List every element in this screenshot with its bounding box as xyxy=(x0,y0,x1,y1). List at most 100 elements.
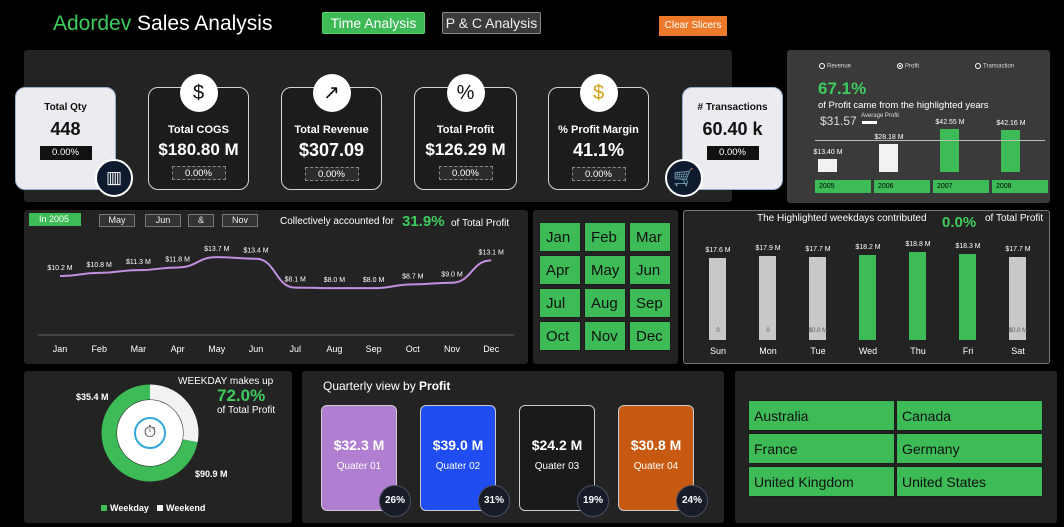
time-analysis-button[interactable]: Time Analysis xyxy=(322,12,425,34)
shopping-cart-icon: 🛒 xyxy=(665,159,703,197)
year-bar[interactable] xyxy=(879,143,898,172)
stopwatch-icon: ⏱ xyxy=(134,417,166,449)
radio-label: Transaction xyxy=(983,63,1015,70)
month-slicer-may[interactable]: May xyxy=(584,255,626,285)
barcode-icon: ▥ xyxy=(95,159,133,197)
average-line xyxy=(815,140,1045,142)
radio-profit[interactable]: Profit xyxy=(897,63,919,70)
kpi-label: Total Qty xyxy=(44,102,87,113)
year-bar[interactable] xyxy=(818,158,837,172)
country-slicer-item[interactable]: United States xyxy=(896,466,1043,497)
legend-swatch xyxy=(157,505,163,511)
month-axis-label: Mar xyxy=(131,344,147,354)
year-slicer-cell[interactable]: 2006 xyxy=(874,180,930,193)
kpi-pct: 0.00% xyxy=(171,166,226,180)
pc-analysis-button[interactable]: P & C Analysis xyxy=(442,12,541,34)
growth-chart-icon: ↗ xyxy=(312,74,351,112)
quarter-label: Quater 02 xyxy=(435,461,481,472)
country-slicer-item[interactable]: France xyxy=(748,433,895,464)
month-chip: & xyxy=(188,214,214,227)
month-axis-label: Feb xyxy=(91,344,107,354)
weekday-text-post: of Total Profit xyxy=(985,213,1044,224)
clear-slicers-button[interactable]: Clear Slicers xyxy=(659,16,727,36)
month-slicer-jun[interactable]: Jun xyxy=(629,255,671,285)
kpi-pct: 0.00% xyxy=(39,146,92,160)
radio-transaction[interactable]: Transaction xyxy=(975,63,1014,70)
weekday-bar-label: $17.6 M xyxy=(705,246,731,254)
kpi-total-revenue[interactable]: ↗ Total Revenue $307.09 0.00% xyxy=(281,74,382,190)
month-slicer-aug[interactable]: Aug xyxy=(584,288,626,318)
year-slicer-cell[interactable]: 2005 xyxy=(815,180,871,193)
country-slicer-item[interactable]: Germany xyxy=(896,433,1043,464)
year-slicer-cell[interactable]: 2008 xyxy=(992,180,1048,193)
kpi-label: % Profit Margin xyxy=(558,124,639,136)
kpi-label: Total COGS xyxy=(168,124,229,136)
month-slicer-mar[interactable]: Mar xyxy=(629,222,671,252)
year-bar-label: $13.40 M xyxy=(813,148,843,156)
average-legend-swatch xyxy=(862,121,877,124)
kpi-pct: 0.00% xyxy=(706,146,759,160)
month-data-label: $9.0 M xyxy=(441,272,463,279)
weekday-value: $90.9 M xyxy=(195,469,228,479)
country-slicer-item[interactable]: Australia xyxy=(748,400,895,431)
year-bar-label: $42.16 M xyxy=(996,119,1026,127)
legend-swatch xyxy=(101,505,107,511)
kpi-value: 448 xyxy=(50,119,81,139)
weekday-bar[interactable] xyxy=(859,254,876,340)
month-data-label: $10.2 M xyxy=(47,265,72,272)
month-axis-label: Jul xyxy=(289,344,301,354)
quarter-value: $24.2 M xyxy=(531,437,583,453)
radio-dot xyxy=(975,63,981,69)
weekday-bar-label: $17.7 M xyxy=(805,246,831,254)
weekday-bar[interactable] xyxy=(909,252,926,340)
kpi-total-profit[interactable]: % Total Profit $126.29 M 0.00% xyxy=(414,74,517,190)
app-brand: Adordev xyxy=(53,12,132,35)
kpi-value: $307.09 xyxy=(298,140,365,160)
year-slicer-cell[interactable]: 2007 xyxy=(933,180,989,193)
month-data-label: $10.8 M xyxy=(87,262,112,269)
month-slicer-jul[interactable]: Jul xyxy=(539,288,581,318)
radio-dot xyxy=(897,63,903,69)
weekday-pct: 0.0% xyxy=(942,214,977,231)
weekpart-subtitle: of Total Profit xyxy=(217,405,276,416)
month-data-label: $13.4 M xyxy=(243,248,268,255)
month-slicer-sep[interactable]: Sep xyxy=(629,288,671,318)
month-axis-label: Aug xyxy=(326,344,342,354)
weekday-axis-label: Mon xyxy=(759,346,777,356)
weekday-axis-label: Wed xyxy=(858,346,878,356)
month-data-label: $8.1 M xyxy=(284,277,306,284)
radio-label: Revenue xyxy=(827,63,852,70)
yearly-headline: 67.1% xyxy=(818,79,867,98)
month-data-label: $8.7 M xyxy=(402,273,424,280)
year-bar[interactable] xyxy=(940,129,959,172)
quarter-share-badge: 24% xyxy=(676,485,708,517)
average-value: $31.57 xyxy=(820,114,857,128)
month-axis-label: Sep xyxy=(366,344,382,354)
year-chip: In 2005 xyxy=(29,213,81,226)
kpi-total-cogs[interactable]: $ Total COGS $180.80 M 0.00% xyxy=(148,74,249,190)
month-data-label: $8.0 M xyxy=(324,277,346,284)
weekday-text-pre: The Highlighted weekdays contributed xyxy=(757,213,927,224)
month-slicer-feb[interactable]: Feb xyxy=(584,222,626,252)
kpi-profit-margin[interactable]: $ % Profit Margin 41.1% 0.00% xyxy=(548,74,649,190)
quarter-label: Quater 01 xyxy=(336,461,382,472)
month-slicer-oct[interactable]: Oct xyxy=(539,321,581,351)
month-slicer-nov[interactable]: Nov xyxy=(584,321,626,351)
year-bar-label: $42.55 M xyxy=(935,119,965,127)
month-slicer-dec[interactable]: Dec xyxy=(629,321,671,351)
country-slicer-item[interactable]: Canada xyxy=(896,400,1043,431)
legend-weekend: Weekend xyxy=(157,503,205,513)
quarter-label: Quater 03 xyxy=(534,461,580,472)
country-slicer-item[interactable]: United Kingdom xyxy=(748,466,895,497)
weekday-bar-label: $18.3 M xyxy=(955,243,981,251)
month-axis-label: Dec xyxy=(483,344,500,354)
month-slicer-jan[interactable]: Jan xyxy=(539,222,581,252)
weekday-bar-label: $18.2 M xyxy=(855,243,881,251)
month-slicer-apr[interactable]: Apr xyxy=(539,255,581,285)
weekday-inner-label: $0.0 M xyxy=(1008,328,1028,334)
weekday-inner-label: $0.0 M xyxy=(808,328,828,334)
year-bar[interactable] xyxy=(1001,129,1020,172)
monthly-pct: 31.9% xyxy=(402,213,445,230)
weekday-bar[interactable] xyxy=(959,254,976,340)
radio-revenue[interactable]: Revenue xyxy=(819,63,851,70)
